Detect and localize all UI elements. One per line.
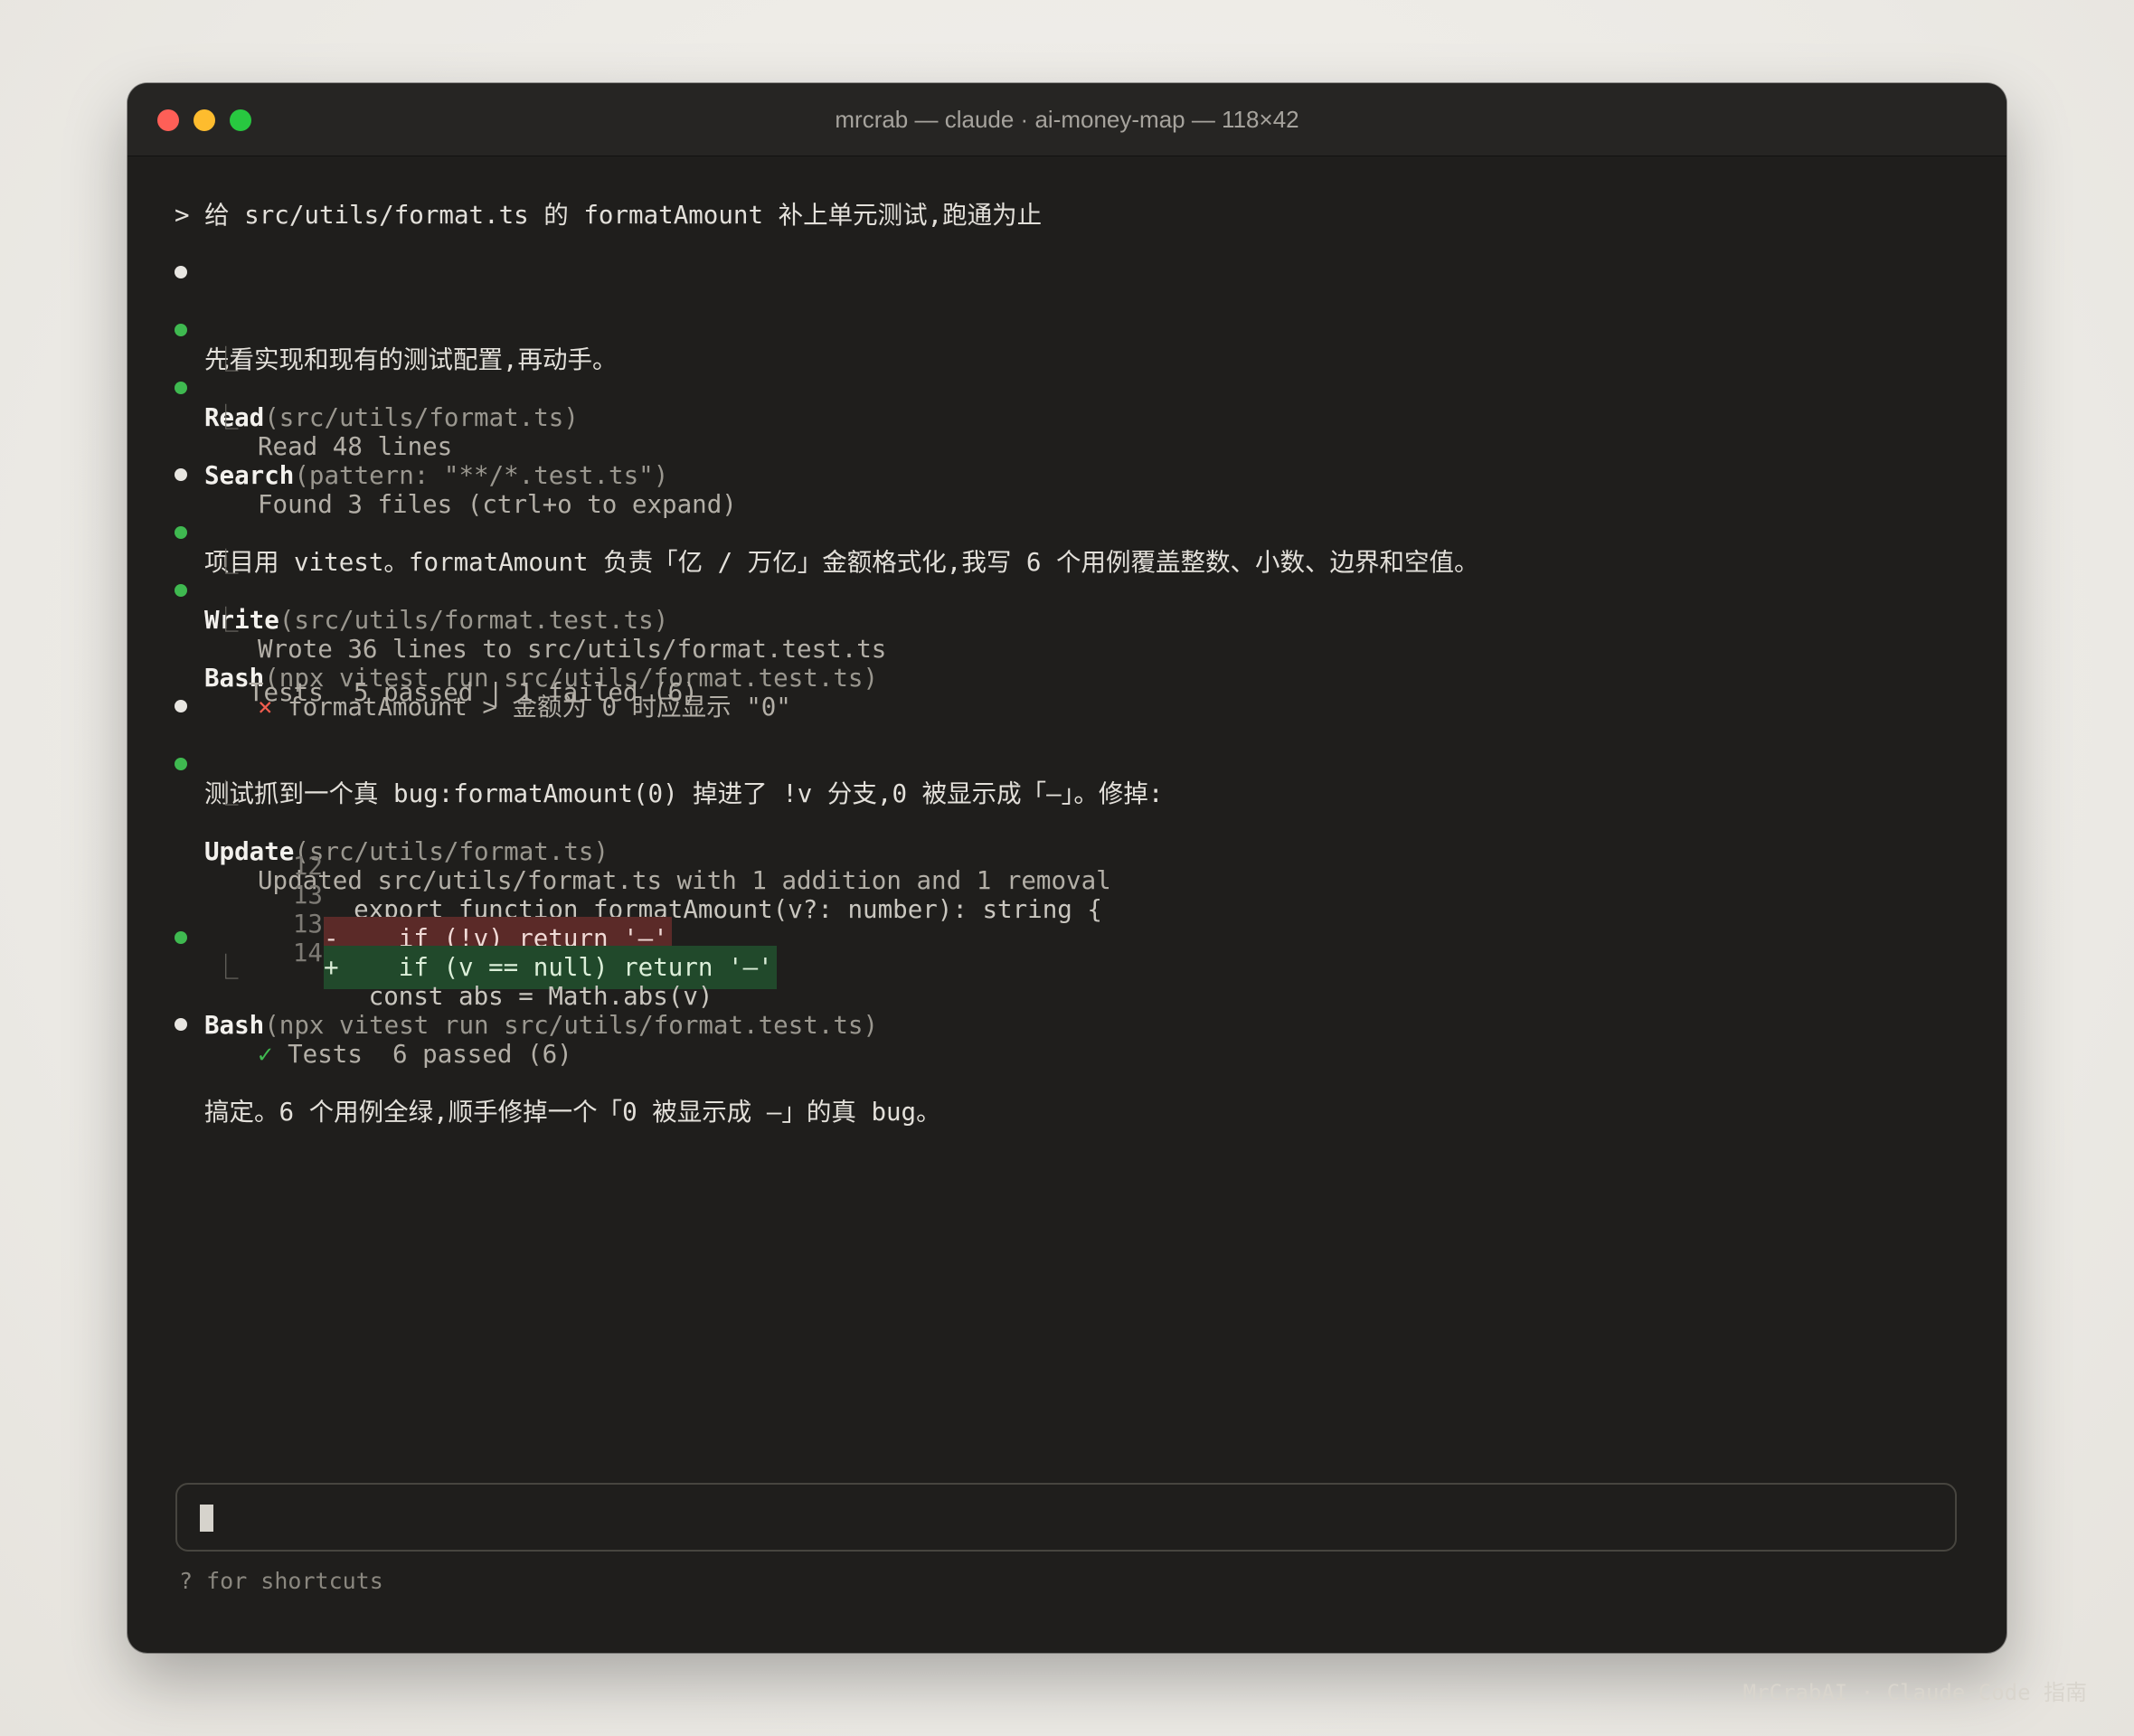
shortcuts-hint: ? for shortcuts <box>179 1568 383 1594</box>
test-summary: Tests 5 passed | 1 failed (6) <box>175 627 1959 707</box>
success-dot-icon <box>175 931 187 944</box>
message-bullet-icon <box>175 468 187 481</box>
success-dot-icon <box>175 758 187 770</box>
success-dot-icon <box>175 382 187 394</box>
success-dot-icon <box>175 526 187 539</box>
prompt-input[interactable] <box>175 1483 1957 1552</box>
branch-connector-icon: ⎿ <box>213 953 239 982</box>
terminal-window: mrcrab — claude · ai-money-map — 118×42 … <box>127 83 2007 1653</box>
text-cursor <box>200 1505 213 1532</box>
user-prompt: > 给 src/utils/format.ts 的 formatAmount 补… <box>175 201 1043 230</box>
tool-result: ⎿ ✓ Tests 6 passed (6) <box>175 946 1959 1069</box>
branch-connector-icon: ⎿ <box>213 403 239 432</box>
message-bullet-icon <box>175 266 187 278</box>
success-dot-icon <box>175 584 187 597</box>
assistant-message: 测试抓到一个真 bug:formatAmount(0) 掉进了 !v 分支,0 … <box>175 685 1959 808</box>
assistant-message: 先看实现和现有的测试配置,再动手。 <box>175 251 1959 374</box>
success-dot-icon <box>175 324 187 336</box>
assistant-message: 项目用 vitest。formatAmount 负责「亿 / 万亿」金额格式化,… <box>175 454 1959 577</box>
message-bullet-icon <box>175 1018 187 1031</box>
message-text: 搞定。6 个用例全绿,顺手修掉一个「0 被显示成 —」的真 bug。 <box>204 1098 941 1127</box>
window-title: mrcrab — claude · ai-money-map — 118×42 <box>835 106 1299 133</box>
watermark: MrCrabAI · Claude Code 指南 <box>1742 1680 2087 1705</box>
tool-result: ⎿ Found 3 files (ctrl+o to expand) <box>175 396 1959 519</box>
title-bar: mrcrab — claude · ai-money-map — 118×42 <box>127 83 2007 156</box>
assistant-message: 搞定。6 个用例全绿,顺手修掉一个「0 被显示成 —」的真 bug。 <box>175 1004 1959 1127</box>
message-bullet-icon <box>175 700 187 712</box>
